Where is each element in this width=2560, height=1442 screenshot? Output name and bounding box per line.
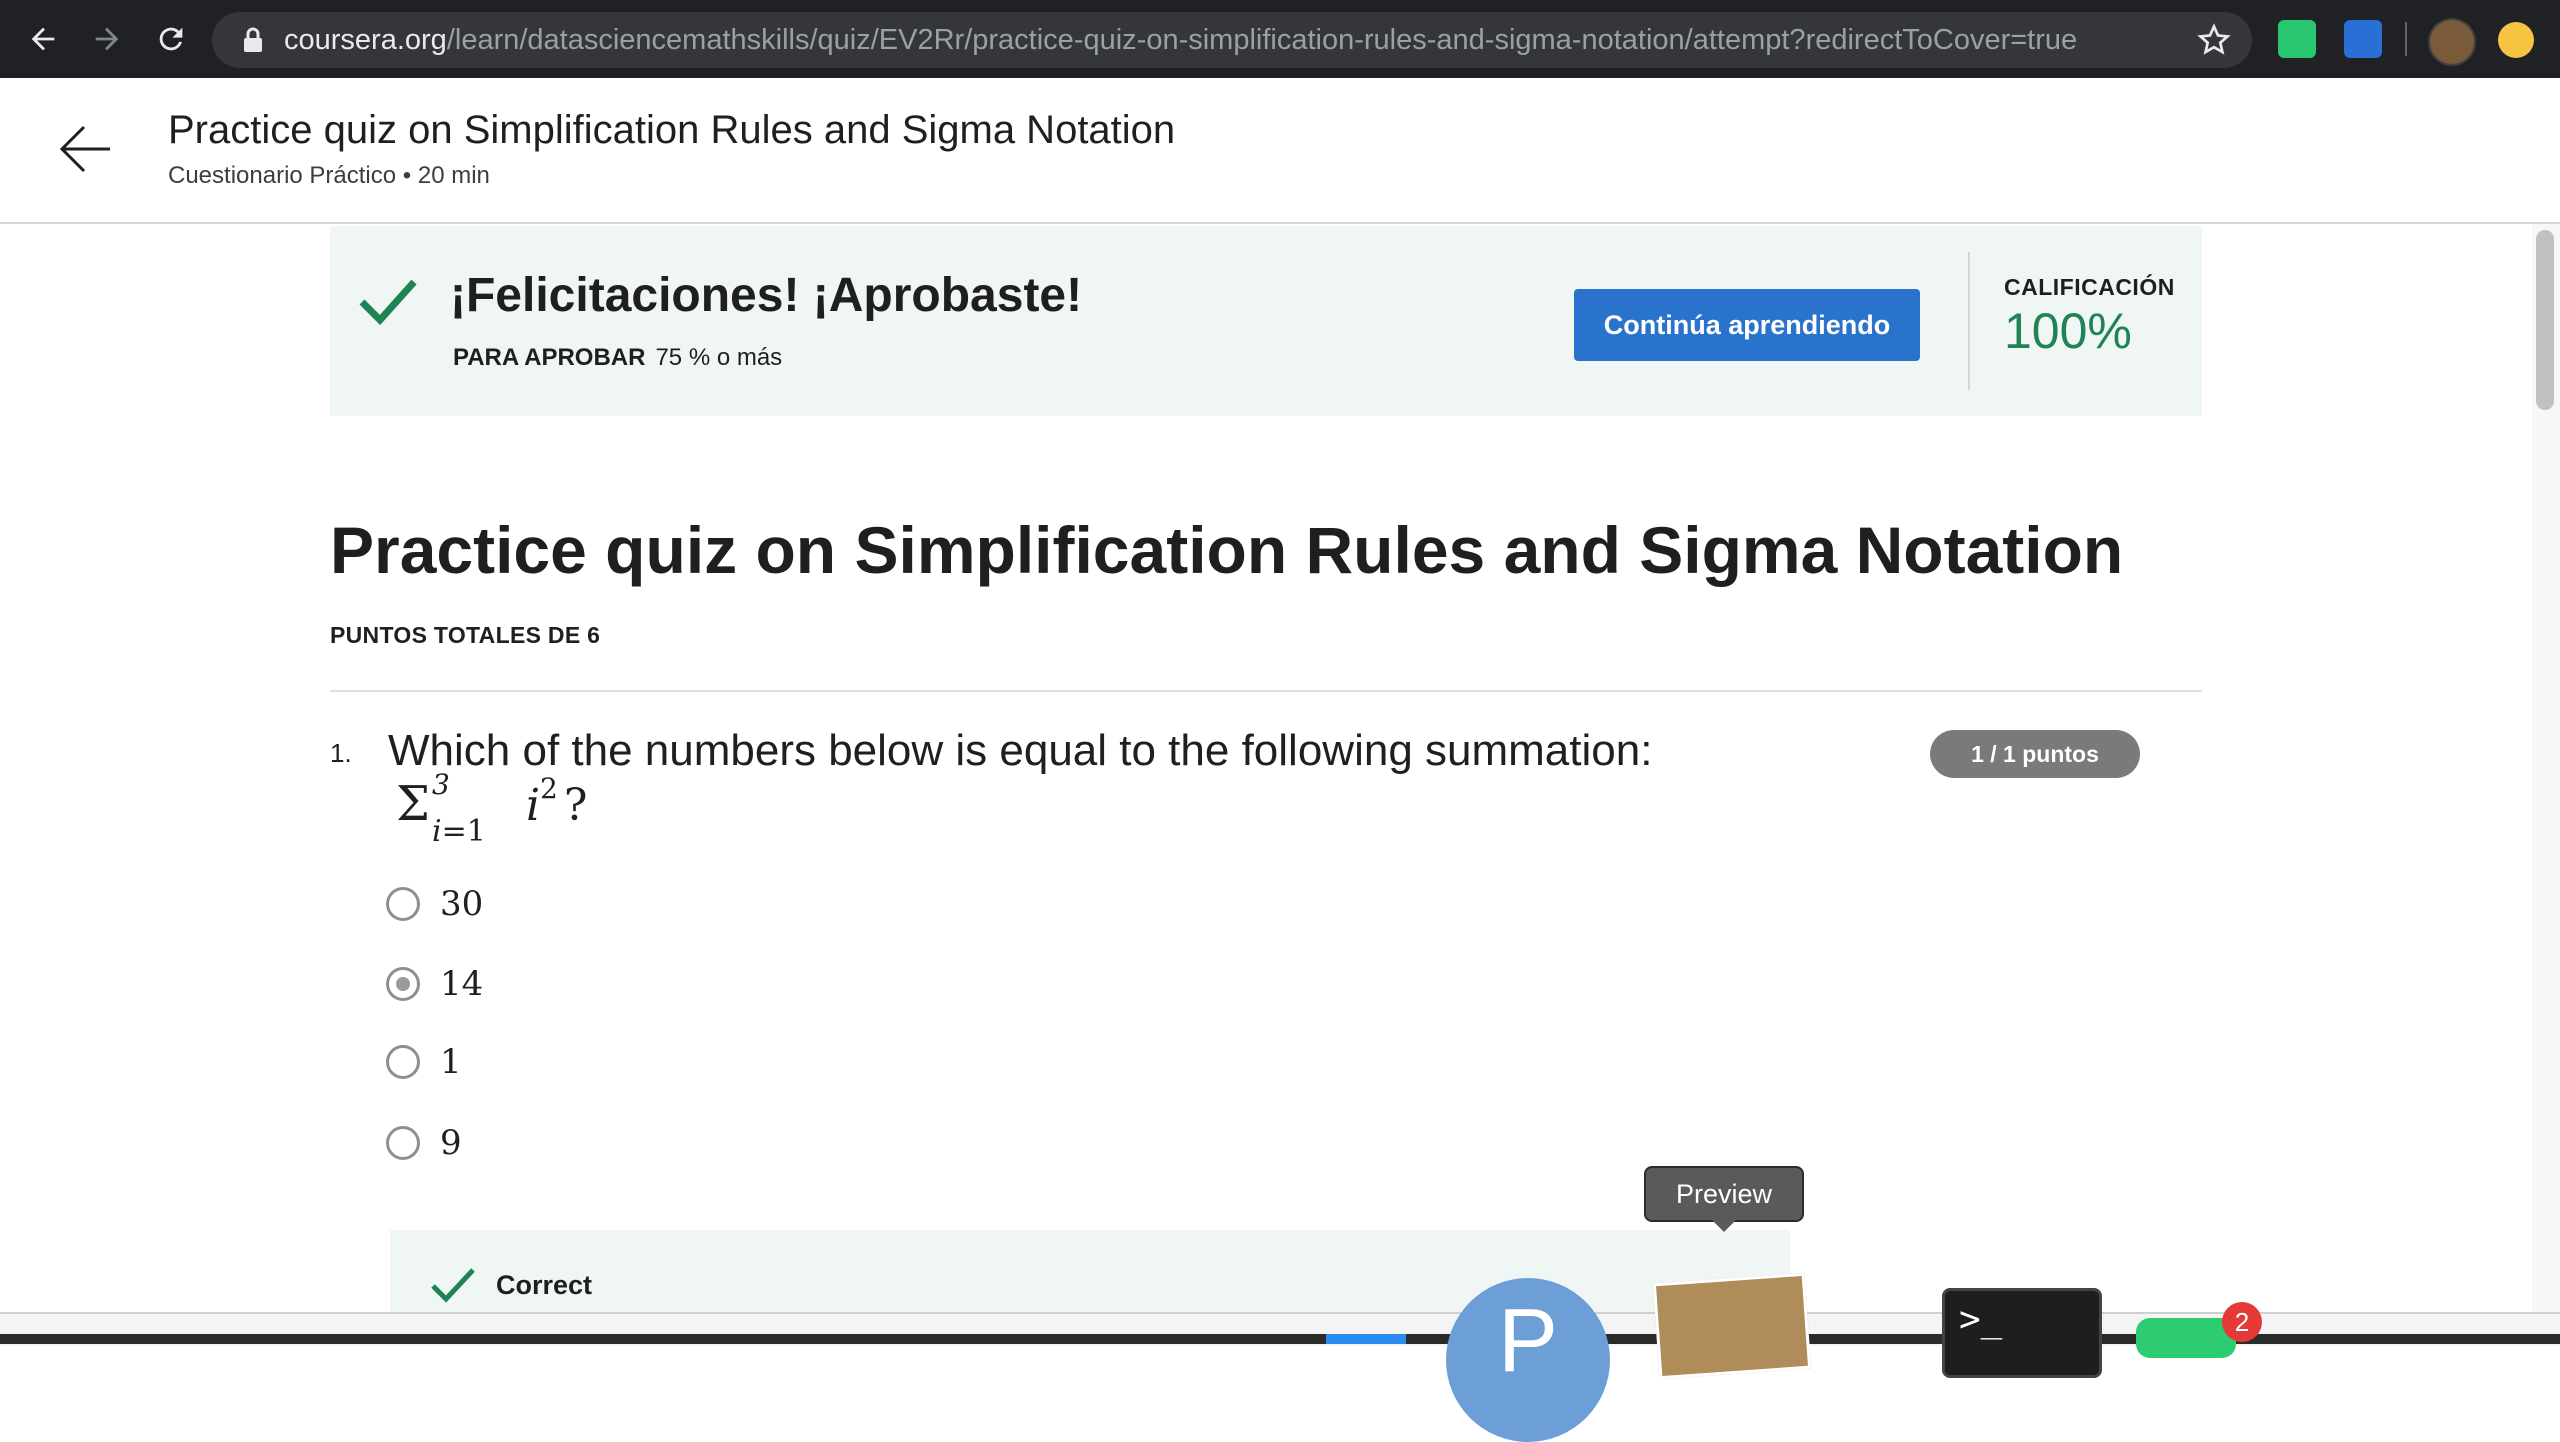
pass-message: ¡Felicitaciones! ¡Aprobaste! [450,269,1083,322]
forward-icon[interactable] [82,14,132,64]
radio-button[interactable] [386,887,420,921]
total-points: PUNTOS TOTALES DE 6 [330,622,601,648]
question-text: Which of the numbers below is equal to t… [388,726,1653,775]
grade-label: CALIFICACIÓN [2004,274,2175,300]
preview-app-icon[interactable] [1652,1272,1812,1380]
terminal-app-icon[interactable]: >_ [1942,1288,2102,1378]
address-bar[interactable]: coursera.org/learn/datasciencemathskills… [212,12,2252,68]
extension-icon[interactable] [2344,20,2382,58]
continue-learning-button[interactable]: Continúa aprendiendo [1574,289,1920,361]
feedback-text: Correct [496,1270,593,1300]
option-label: 30 [440,884,484,924]
page-header: Practice quiz on Simplification Rules an… [0,78,2560,224]
scrollbar-thumb[interactable] [2536,230,2554,410]
divider [330,690,2202,692]
back-arrow-icon[interactable] [56,120,114,178]
radio-button[interactable] [386,1045,420,1079]
check-icon [431,1268,475,1303]
sum-lower-limit: i=1 [432,814,486,849]
back-icon[interactable] [18,14,68,64]
radio-button[interactable] [386,1126,420,1160]
option-label: 9 [440,1123,462,1163]
radio-button-selected[interactable] [386,967,420,1001]
notification-badge: 2 [2222,1302,2262,1342]
result-banner: ¡Felicitaciones! ¡Aprobaste! PARA APROBA… [330,226,2202,416]
option-label: 14 [440,964,484,1004]
pass-value: 75 % o más [655,344,783,371]
pass-label: PARA APROBAR [453,344,646,371]
extension-icon[interactable] [2278,20,2316,58]
toolbar-divider [2405,22,2407,56]
lock-icon [244,27,262,52]
banner-divider [1968,252,1970,390]
app-icon[interactable]: P [1446,1278,1610,1442]
summation-formula: Σ 3 i=1 i2? [396,768,588,849]
bookmark-star-icon[interactable] [2196,22,2232,58]
sum-upper-limit: 3 [432,768,450,801]
messages-app-icon[interactable] [2136,1318,2236,1358]
url-text: coursera.org/learn/datasciencemathskills… [284,23,2078,56]
sum-body: i2? [525,772,588,831]
answer-option[interactable]: 1 [386,1037,462,1087]
option-label: 1 [440,1042,462,1082]
mail-app-icon[interactable] [1326,1334,1406,1344]
answer-option[interactable]: 30 [386,879,483,929]
pass-requirement: PARA APROBAR 75 % o más [453,344,782,372]
dock-tooltip: Preview [1644,1166,1804,1232]
sigma-symbol: Σ [396,776,430,832]
extension-icon[interactable] [2498,22,2534,58]
header-title: Practice quiz on Simplification Rules an… [168,108,1176,152]
check-icon [359,279,417,326]
reload-icon[interactable] [146,14,196,64]
header-subtitle: Cuestionario Práctico • 20 min [168,162,490,189]
grade-value: 100% [2004,303,2132,359]
question-number: 1. [330,738,352,768]
browser-toolbar: coursera.org/learn/datasciencemathskills… [0,0,2560,78]
quiz-title: Practice quiz on Simplification Rules an… [330,513,2124,587]
points-badge: 1 / 1 puntos [1930,730,2140,778]
answer-option-selected[interactable]: 14 [386,959,483,1009]
answer-option[interactable]: 9 [386,1118,462,1168]
profile-avatar[interactable] [2428,18,2476,66]
